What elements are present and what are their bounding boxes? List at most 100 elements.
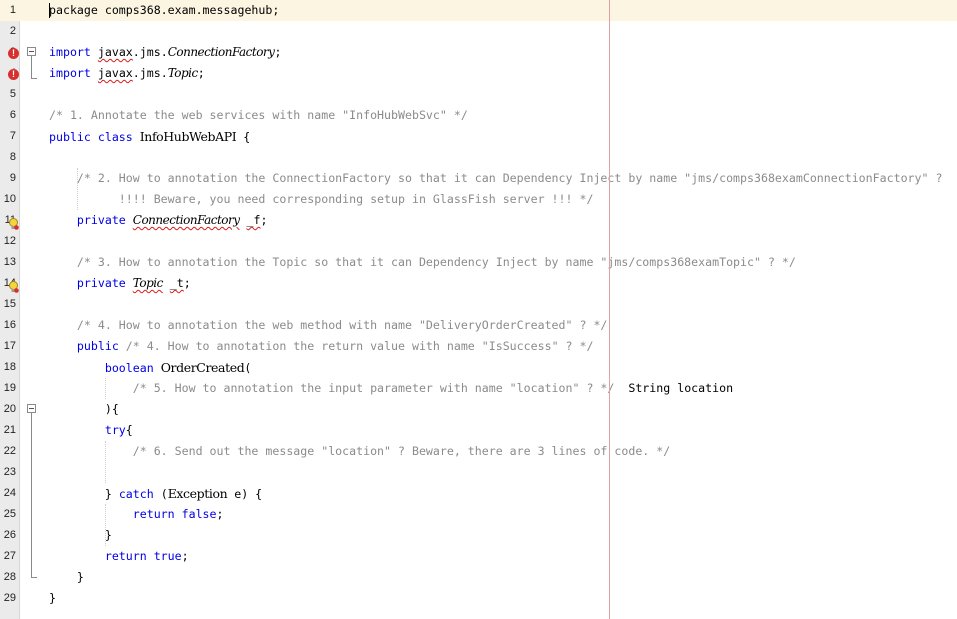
code-line[interactable]: 16 /* 4. How to annotation the web metho… [0, 315, 957, 336]
code-text: return false; [49, 504, 224, 525]
code-line[interactable]: 8 [0, 147, 957, 168]
code-token: import [49, 66, 98, 80]
code-token: !!!! Beware, you need corresponding setu… [49, 192, 594, 206]
code-line[interactable]: 4import javax.jms.Topic; [0, 63, 957, 84]
line-number: 25 [3, 508, 16, 520]
code-line[interactable]: 9 /* 2. How to annotation the Connection… [0, 168, 957, 189]
code-text: } catch (Exception e) { [49, 483, 262, 505]
code-line[interactable]: 3import javax.jms.ConnectionFactory; [0, 42, 957, 63]
code-text: } [49, 567, 84, 588]
code-token: .jms. [132, 45, 168, 59]
code-line[interactable]: 21 try{ [0, 420, 957, 441]
code-token: { [236, 130, 251, 144]
line-number: 28 [3, 571, 16, 583]
code-text: import javax.jms.ConnectionFactory; [49, 42, 281, 63]
code-text: /* 4. How to annotation the web method w… [49, 315, 608, 336]
code-line[interactable]: 26 } [0, 525, 957, 546]
code-text: /* 1. Annotate the web services with nam… [49, 105, 468, 126]
code-text: private Topic _t; [49, 273, 191, 294]
line-number: 12 [3, 235, 16, 247]
code-line[interactable]: 27 return true; [0, 546, 957, 567]
line-number: 5 [9, 88, 16, 100]
code-token: /* 4. How to annotation the web method w… [49, 318, 608, 332]
code-line[interactable]: 12 [0, 231, 957, 252]
code-line[interactable]: 6 /* 1. Annotate the web services with na… [0, 105, 957, 126]
line-number: 16 [3, 319, 16, 331]
code-text: package comps368.exam.messagehub; [49, 0, 279, 21]
code-text: ){ [49, 399, 119, 420]
code-text: import javax.jms.Topic; [49, 63, 205, 84]
right-margin-guide [609, 0, 610, 619]
code-line[interactable]: 29} [0, 588, 957, 609]
fold-collapse-icon[interactable] [27, 404, 36, 413]
code-token: /* 2. How to annotation the ConnectionFa… [49, 171, 943, 185]
code-line[interactable]: 24 } catch (Exception e) { [0, 483, 957, 504]
line-number: 1 [9, 4, 16, 16]
code-text: /* 6. Send out the message "location" ? … [49, 441, 670, 462]
line-number: 27 [3, 550, 16, 562]
fold-end-marker [31, 78, 37, 79]
code-token: private [49, 213, 133, 227]
code-text: private ConnectionFactory _f; [49, 210, 268, 231]
line-number: 21 [3, 424, 16, 436]
code-token: javax [97, 45, 133, 59]
code-line[interactable]: 5 [0, 84, 957, 105]
code-text: try{ [49, 420, 133, 441]
code-token: Topic [132, 276, 164, 290]
error-icon[interactable]: ! [8, 69, 19, 80]
fold-collapse-icon[interactable] [27, 47, 36, 56]
text-caret [49, 3, 50, 18]
code-line[interactable]: 20 ){ [0, 399, 957, 420]
code-token: ; [216, 507, 224, 521]
code-token: /* 4. How to annotation the return value… [125, 339, 594, 353]
code-token: OrderCreated [160, 360, 245, 375]
hint-bulb-icon[interactable] [8, 215, 19, 230]
line-number: 10 [3, 193, 16, 205]
code-line[interactable]: 13 /* 3. How to annotation the Topic so … [0, 252, 957, 273]
code-token: try [49, 423, 126, 437]
code-token: /* 5. How to annotation the input parame… [49, 381, 615, 395]
code-token: ; [260, 213, 268, 227]
code-text: public class InfoHubWebAPI { [49, 126, 250, 148]
line-number: 7 [9, 130, 16, 142]
code-token: ( [153, 487, 168, 501]
code-token: private [49, 276, 133, 290]
line-number: 13 [3, 256, 16, 268]
code-token: } [49, 591, 56, 605]
line-number: 26 [3, 529, 16, 541]
code-line[interactable]: 19 /* 5. How to annotation the input par… [0, 378, 957, 399]
hint-bulb-icon[interactable] [8, 278, 19, 293]
code-token: ; [181, 549, 189, 563]
code-line[interactable]: 17 public /* 4. How to annotation the re… [0, 336, 957, 357]
code-text: return true; [49, 546, 189, 567]
code-text: } [49, 588, 56, 609]
code-token: e) { [227, 487, 263, 501]
code-line[interactable]: 7 public class InfoHubWebAPI { [0, 126, 957, 147]
code-text: boolean OrderCreated( [49, 357, 251, 379]
line-number: 29 [3, 592, 16, 604]
indent-guide [77, 168, 78, 210]
code-line[interactable]: 14 private Topic _t; [0, 273, 957, 294]
line-number: 22 [3, 445, 16, 457]
code-line[interactable]: 1 package comps368.exam.messagehub; [0, 0, 957, 21]
code-token: ( [244, 361, 252, 375]
code-line[interactable]: 15 [0, 294, 957, 315]
code-line[interactable]: 11 private ConnectionFactory _f; [0, 210, 957, 231]
code-line[interactable]: 25 return false; [0, 504, 957, 525]
code-token: /* 3. How to annotation the Topic so tha… [49, 255, 796, 269]
code-line[interactable]: 22 /* 6. Send out the message "location"… [0, 441, 957, 462]
code-token: _t [169, 276, 184, 290]
code-token: public [49, 339, 126, 353]
code-token: javax [97, 66, 133, 80]
code-line[interactable]: 23 [0, 462, 957, 483]
code-line[interactable]: 18 boolean OrderCreated( [0, 357, 957, 378]
indent-guide [105, 378, 106, 399]
code-token: /* 6. Send out the message "location" ? … [49, 444, 671, 458]
code-line[interactable]: 10 !!!! Beware, you need corresponding s… [0, 189, 957, 210]
code-token: Topic [167, 66, 199, 80]
code-text: /* 3. How to annotation the Topic so tha… [49, 252, 796, 273]
code-line[interactable]: 2 [0, 21, 957, 42]
code-line[interactable]: 28 } [0, 567, 957, 588]
code-token: } [49, 570, 84, 584]
error-icon[interactable]: ! [8, 48, 19, 59]
